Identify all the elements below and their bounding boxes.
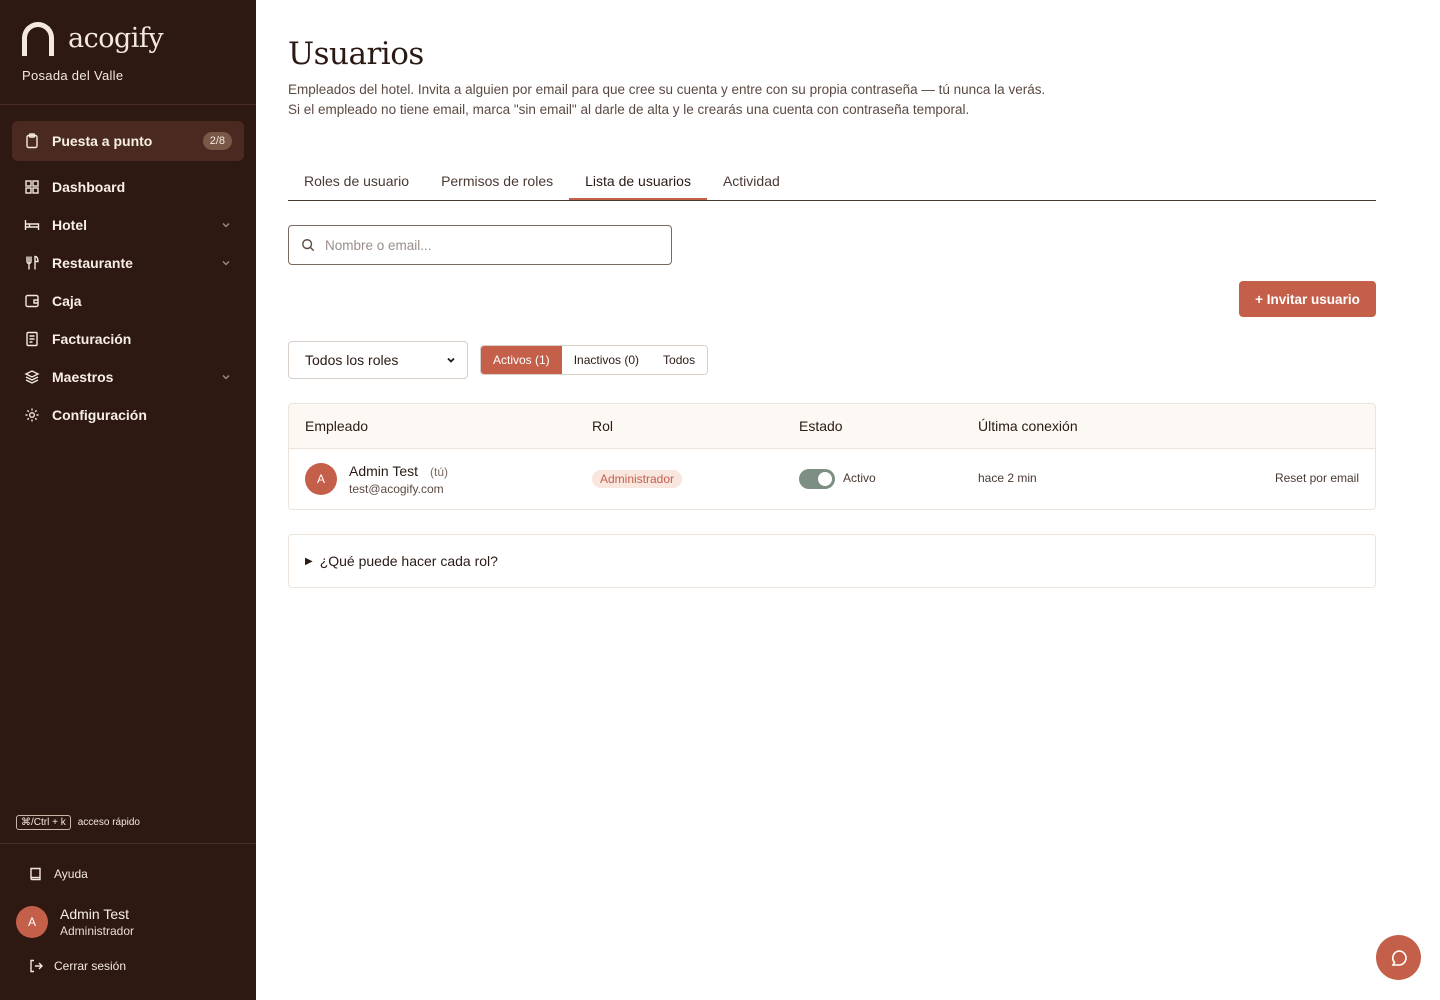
tab-bar: Roles de usuario Permisos de roles Lista… [288,164,1376,201]
receipt-icon [26,331,38,347]
grid-icon [25,180,39,194]
filter-activos[interactable]: Activos (1) [481,346,562,374]
chevron-down-icon [222,375,230,380]
arch-logo-icon [22,22,54,56]
role-filter-value: Todos los roles [305,352,399,368]
wallet-icon [25,294,39,308]
layers-icon [24,370,40,384]
header-role: Rol [592,418,614,434]
role-filter-select[interactable]: Todos los roles [288,341,468,379]
current-user-role: Administrador [60,924,135,938]
table-row: A Admin Test (tú) test@acogify.com Admin… [289,449,1375,509]
sidebar-item-facturacion[interactable]: Facturación [12,320,244,358]
sidebar-divider [0,104,256,105]
setup-progress-badge: 2/8 [202,132,232,150]
sidebar-item-maestros[interactable]: Maestros [12,358,244,396]
role-badge: Administrador [592,470,683,488]
table-header: Empleado Rol Estado Última conexión [289,404,1375,449]
tab-permisos[interactable]: Permisos de roles [425,164,569,200]
current-user-name: Admin Test [60,906,129,922]
current-user[interactable]: A Admin Test Administrador [16,906,134,938]
chevron-down-icon [447,357,455,363]
property-name: Posada del Valle [22,68,124,83]
header-employee: Empleado [305,418,369,434]
sidebar-item-restaurante[interactable]: Restaurante [12,244,244,282]
chevron-down-icon [222,261,230,266]
tab-actividad[interactable]: Actividad [707,164,796,200]
filter-todos[interactable]: Todos [651,346,708,374]
status-toggle[interactable] [799,469,835,489]
header-status: Estado [799,418,843,434]
sidebar: acogify Posada del Valle Puesta a punto … [0,0,256,1000]
setup-progress-item[interactable]: Puesta a punto 2/8 [12,121,244,161]
gear-icon [25,408,39,422]
clipboard-icon [26,133,38,149]
roles-faq-label: ¿Qué puede hacer cada rol? [319,553,498,569]
logout-icon [30,959,43,973]
tab-lista-usuarios[interactable]: Lista de usuarios [569,164,707,200]
sidebar-item-label: Dashboard [52,179,126,195]
search-input[interactable] [325,237,655,253]
sidebar-divider [0,843,256,844]
sidebar-item-hotel[interactable]: Hotel [12,206,244,244]
sidebar-item-configuracion[interactable]: Configuración [12,396,244,434]
filter-inactivos[interactable]: Inactivos (0) [561,346,652,374]
bed-icon [24,220,40,230]
users-table: Empleado Rol Estado Última conexión A Ad… [288,403,1376,510]
employee-name: Admin Test [349,463,418,479]
logout-label: Cerrar sesión [54,959,127,973]
triangle-right-icon: ▶ [305,555,313,567]
logout-button[interactable]: Cerrar sesión [28,958,126,974]
sidebar-item-label: Configuración [52,407,147,423]
quick-access-hint: ⌘/Ctrl + k acceso rápido [16,815,140,830]
search-box [288,225,672,265]
book-icon [30,867,41,881]
avatar: A [305,463,337,495]
sidebar-item-dashboard[interactable]: Dashboard [12,168,244,206]
invite-user-button[interactable]: + Invitar usuario [1239,281,1376,317]
page-title: Usuarios [288,36,424,72]
sidebar-item-label: Restaurante [52,255,133,271]
brand-logo[interactable]: acogify [22,22,164,56]
setup-label: Puesta a punto [52,133,153,149]
shortcut-keys: ⌘/Ctrl + k [16,815,71,830]
sidebar-item-caja[interactable]: Caja [12,282,244,320]
search-icon [302,239,315,252]
sidebar-item-label: Caja [52,293,82,309]
chat-button[interactable] [1376,935,1421,980]
shortcut-label: acceso rápido [77,817,140,828]
help-label: Ayuda [54,867,88,881]
status-filter: Activos (1) Inactivos (0) Todos [480,345,709,375]
chevron-down-icon [222,223,230,228]
last-login: hace 2 min [978,471,1037,485]
you-tag: (tú) [430,465,448,479]
roles-faq-toggle[interactable]: ▶ ¿Qué puede hacer cada rol? [288,534,1376,588]
employee-email: test@acogify.com [349,482,444,496]
sidebar-item-label: Maestros [52,369,114,385]
sidebar-item-label: Facturación [52,331,132,347]
toggle-knob [818,472,832,486]
utensils-icon [26,255,39,270]
main-nav: Dashboard Hotel Restaurante Caja Factura… [12,168,244,434]
tab-roles[interactable]: Roles de usuario [288,164,425,200]
brand-name: acogify [68,23,164,54]
help-link[interactable]: Ayuda [28,866,88,882]
chat-bubble-icon [1391,949,1407,966]
status-text: Activo [843,471,876,485]
page-description: Empleados del hotel. Invita a alguien po… [288,82,1046,117]
reset-by-email-link[interactable]: Reset por email [1275,471,1359,485]
header-last-login: Última conexión [978,418,1078,434]
sidebar-item-label: Hotel [52,217,87,233]
avatar: A [16,906,48,938]
